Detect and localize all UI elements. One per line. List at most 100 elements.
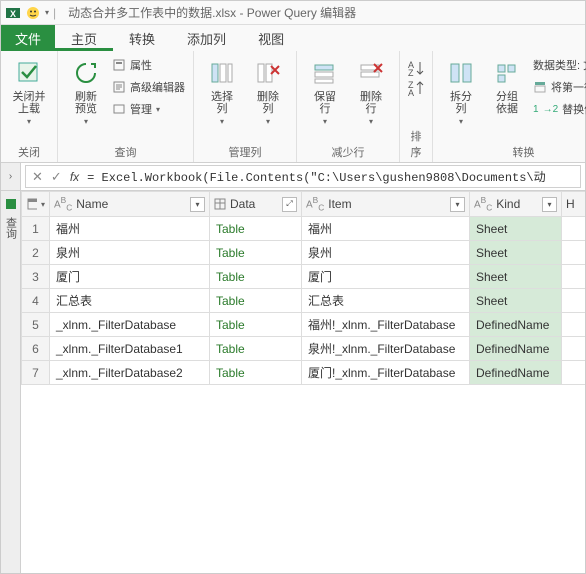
tab-view[interactable]: 视图	[242, 25, 300, 51]
first-row-label: 将第一行用	[551, 79, 586, 95]
ribbon-group-sort: AZ ZA 排序	[400, 51, 433, 162]
remove-columns-button[interactable]: 删除 列	[246, 55, 290, 142]
cell-h[interactable]	[562, 337, 586, 361]
advanced-editor-button[interactable]: 高级编辑器	[110, 77, 187, 97]
emoji-icon[interactable]	[25, 5, 41, 21]
table-row[interactable]: 1福州Table福州Sheet	[22, 217, 586, 241]
cell-name[interactable]: 汇总表	[50, 289, 210, 313]
cell-name[interactable]: _xlnm._FilterDatabase1	[50, 337, 210, 361]
cell-data[interactable]: Table	[210, 313, 302, 337]
cell-kind[interactable]: DefinedName	[470, 337, 562, 361]
cell-item[interactable]: 福州	[302, 217, 470, 241]
cell-name[interactable]: 泉州	[50, 241, 210, 265]
col-header-h[interactable]: H	[562, 192, 586, 217]
cell-name[interactable]: 厦门	[50, 265, 210, 289]
cell-h[interactable]	[562, 217, 586, 241]
qat-separator: |	[53, 6, 56, 20]
row-number[interactable]: 5	[22, 313, 50, 337]
sort-asc-button[interactable]: AZ	[406, 59, 426, 77]
tab-home[interactable]: 主页	[55, 25, 113, 51]
cell-data[interactable]: Table	[210, 265, 302, 289]
cell-kind[interactable]: Sheet	[470, 241, 562, 265]
group-by-button[interactable]: 分组 依据	[485, 55, 529, 142]
sort-desc-button[interactable]: ZA	[406, 79, 426, 97]
cell-name[interactable]: _xlnm._FilterDatabase	[50, 313, 210, 337]
title-bar: X ▾ | 动态合并多工作表中的数据.xlsx - Power Query 编辑…	[1, 1, 585, 25]
expand-icon[interactable]: ⤢	[282, 197, 297, 212]
keep-rows-button[interactable]: 保留 行	[303, 55, 347, 142]
svg-text:Z: Z	[408, 68, 414, 77]
row-number[interactable]: 2	[22, 241, 50, 265]
cell-kind[interactable]: Sheet	[470, 289, 562, 313]
split-column-button[interactable]: 拆分 列	[439, 55, 483, 142]
cell-data[interactable]: Table	[210, 217, 302, 241]
cell-h[interactable]	[562, 361, 586, 385]
table-row[interactable]: 2泉州Table泉州Sheet	[22, 241, 586, 265]
table-corner[interactable]: ▾	[22, 192, 50, 217]
table-row[interactable]: 4汇总表Table汇总表Sheet	[22, 289, 586, 313]
group-label-cols: 管理列	[200, 142, 290, 160]
qat-dropdown-icon[interactable]: ▾	[45, 8, 49, 17]
cell-h[interactable]	[562, 241, 586, 265]
cell-item[interactable]: 泉州!_xlnm._FilterDatabase	[302, 337, 470, 361]
replace-values-button[interactable]: 1→2替换值	[531, 99, 586, 119]
cell-data[interactable]: Table	[210, 361, 302, 385]
row-number[interactable]: 3	[22, 265, 50, 289]
cell-item[interactable]: 厦门!_xlnm._FilterDatabase	[302, 361, 470, 385]
filter-icon[interactable]: ▾	[542, 197, 557, 212]
tab-addcolumn[interactable]: 添加列	[171, 25, 242, 51]
cell-item[interactable]: 泉州	[302, 241, 470, 265]
filter-icon[interactable]: ▾	[190, 197, 205, 212]
table-header-row: ▾ ABCName▾ Data⤢ ABCItem▾ ABCKind▾ H	[22, 192, 586, 217]
formula-cancel-button[interactable]: ✕	[32, 169, 43, 185]
cell-h[interactable]	[562, 313, 586, 337]
first-row-header-button[interactable]: 将第一行用	[531, 77, 586, 97]
svg-text:A: A	[408, 88, 414, 97]
cell-item[interactable]: 福州!_xlnm._FilterDatabase	[302, 313, 470, 337]
filter-icon[interactable]: ▾	[450, 197, 465, 212]
cell-name[interactable]: _xlnm._FilterDatabase2	[50, 361, 210, 385]
tab-transform[interactable]: 转换	[113, 25, 171, 51]
cell-h[interactable]	[562, 289, 586, 313]
fx-icon: fx	[70, 170, 79, 184]
row-number[interactable]: 4	[22, 289, 50, 313]
refresh-preview-button[interactable]: 刷新 预览	[64, 55, 108, 142]
cell-data[interactable]: Table	[210, 289, 302, 313]
remove-rows-button[interactable]: 删除 行	[349, 55, 393, 142]
cell-name[interactable]: 福州	[50, 217, 210, 241]
formula-commit-button[interactable]: ✓	[51, 169, 62, 185]
manage-button[interactable]: 管理 ▾	[110, 99, 187, 119]
table-row[interactable]: 7_xlnm._FilterDatabase2Table厦门!_xlnm._Fi…	[22, 361, 586, 385]
manage-label: 管理	[130, 101, 152, 117]
cell-data[interactable]: Table	[210, 337, 302, 361]
col-header-data[interactable]: Data⤢	[210, 192, 302, 217]
cell-item[interactable]: 汇总表	[302, 289, 470, 313]
group-icon	[491, 57, 523, 89]
properties-button[interactable]: 属性	[110, 55, 187, 75]
table-row[interactable]: 3厦门Table厦门Sheet	[22, 265, 586, 289]
tab-file[interactable]: 文件	[1, 25, 55, 51]
formula-input[interactable]	[87, 170, 574, 184]
col-header-name[interactable]: ABCName▾	[50, 192, 210, 217]
cell-kind[interactable]: DefinedName	[470, 361, 562, 385]
queries-pane-toggle[interactable]: ›	[1, 163, 21, 190]
table-row[interactable]: 5_xlnm._FilterDatabaseTable福州!_xlnm._Fil…	[22, 313, 586, 337]
ribbon-group-split: 拆分 列 分组 依据 数据类型: 文本 将第一行用 1→2替换值 转换	[433, 51, 586, 162]
cell-h[interactable]	[562, 265, 586, 289]
cell-kind[interactable]: Sheet	[470, 265, 562, 289]
row-number[interactable]: 7	[22, 361, 50, 385]
row-number[interactable]: 1	[22, 217, 50, 241]
col-header-item[interactable]: ABCItem▾	[302, 192, 470, 217]
cell-kind[interactable]: Sheet	[470, 217, 562, 241]
col-header-kind[interactable]: ABCKind▾	[470, 192, 562, 217]
cell-item[interactable]: 厦门	[302, 265, 470, 289]
close-and-load-button[interactable]: 关闭并 上载	[7, 55, 51, 142]
table-row[interactable]: 6_xlnm._FilterDatabase1Table泉州!_xlnm._Fi…	[22, 337, 586, 361]
data-type-button[interactable]: 数据类型: 文本	[531, 55, 586, 75]
cell-kind[interactable]: DefinedName	[470, 313, 562, 337]
type-text-icon: ABC	[306, 195, 324, 212]
choose-columns-button[interactable]: 选择 列	[200, 55, 244, 142]
cell-data[interactable]: Table	[210, 241, 302, 265]
queries-side-gutter[interactable]: 查询	[1, 191, 21, 573]
row-number[interactable]: 6	[22, 337, 50, 361]
